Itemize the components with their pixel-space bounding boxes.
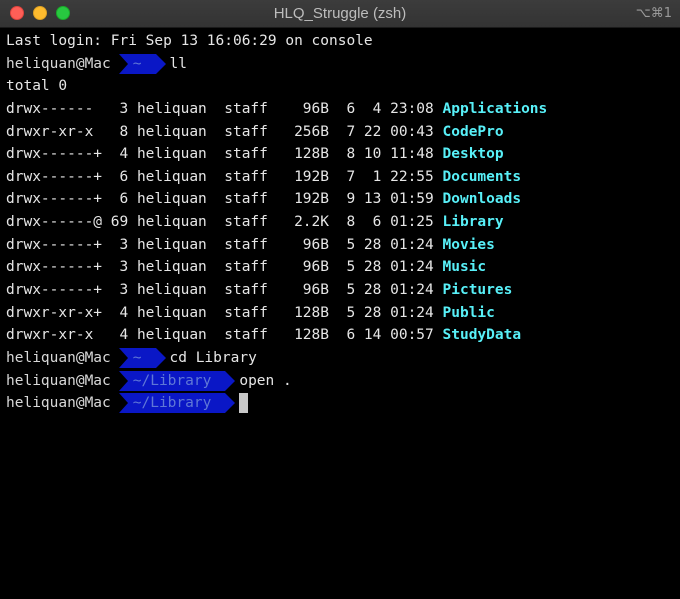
listing-meta: drwx------+ 3 heliquan staff 96B 5 28 01… [6,259,443,276]
window-title: HLQ_Struggle (zsh) [273,5,407,22]
listing-meta: drwx------+ 6 heliquan staff 192B 7 1 22… [6,168,443,185]
tab-shortcut: ⌥⌘1 [635,6,672,21]
total-line: total 0 [6,78,68,95]
directory-name: Documents [442,168,522,185]
listing-meta: drwx------+ 3 heliquan staff 96B 5 28 01… [6,236,443,253]
prompt-path: ~/Library [118,370,235,391]
directory-name: Pictures [442,282,513,299]
prompt-line: heliquan@Mac ~ cd Library [6,346,676,370]
listing-row: drwx------@ 69 heliquan staff 2.2K 8 6 0… [6,211,676,234]
directory-name: CodePro [442,123,504,140]
prompt-path: ~ [118,347,166,368]
listing-meta: drwx------+ 3 heliquan staff 96B 5 28 01… [6,282,443,299]
listing-row: drwx------+ 3 heliquan staff 96B 5 28 01… [6,256,676,279]
directory-name: Desktop [442,146,504,163]
directory-listing: drwx------ 3 heliquan staff 96B 6 4 23:0… [6,98,676,347]
listing-row: drwx------ 3 heliquan staff 96B 6 4 23:0… [6,98,676,121]
directory-name: Library [442,214,504,231]
terminal-output[interactable]: Last login: Fri Sep 13 16:06:29 on conso… [6,30,676,596]
prompt-path: ~ [118,53,166,74]
listing-meta: drwxr-xr-x 4 heliquan staff 128B 6 14 00… [6,327,443,344]
listing-row: drwx------+ 3 heliquan staff 96B 5 28 01… [6,279,676,302]
terminal-window: HLQ_Struggle (zsh) ⌥⌘1 Last login: Fri S… [0,0,680,599]
prompt-user: heliquan@Mac [6,346,119,370]
directory-name: Music [442,259,487,276]
prompt-user: heliquan@Mac [6,392,119,415]
listing-row: drwx------+ 6 heliquan staff 192B 9 13 0… [6,188,676,211]
text-cursor [239,393,249,414]
listing-row: drwxr-xr-x 8 heliquan staff 256B 7 22 00… [6,121,676,144]
title-bar[interactable]: HLQ_Struggle (zsh) ⌥⌘1 [0,0,680,28]
directory-name: Applications [442,100,548,117]
listing-row: drwx------+ 6 heliquan staff 192B 7 1 22… [6,166,676,189]
directory-name: Downloads [442,191,522,208]
directory-name: Movies [442,236,495,253]
listing-meta: drwx------+ 4 heliquan staff 128B 8 10 1… [6,146,443,163]
listing-meta: drwxr-xr-x+ 4 heliquan staff 128B 5 28 0… [6,304,443,321]
listing-row: drwxr-xr-x 4 heliquan staff 128B 6 14 00… [6,324,676,347]
listing-meta: drwx------+ 6 heliquan staff 192B 9 13 0… [6,191,443,208]
command-text: ll [169,55,187,72]
listing-meta: drwx------@ 69 heliquan staff 2.2K 8 6 0… [6,214,443,231]
listing-meta: drwx------ 3 heliquan staff 96B 6 4 23:0… [6,100,443,117]
listing-row: drwx------+ 4 heliquan staff 128B 8 10 1… [6,143,676,166]
prompt-line-active[interactable]: heliquan@Mac ~/Library [6,392,676,415]
prompt-user: heliquan@Mac [6,52,119,76]
directory-name: Public [442,304,495,321]
prompt-line: heliquan@Mac ~/Library open . [6,369,676,393]
listing-meta: drwxr-xr-x 8 heliquan staff 256B 7 22 00… [6,123,443,140]
listing-row: drwx------+ 3 heliquan staff 96B 5 28 01… [6,234,676,257]
listing-row: drwxr-xr-x+ 4 heliquan staff 128B 5 28 0… [6,302,676,325]
command-text: open . [239,372,292,389]
last-login-line: Last login: Fri Sep 13 16:06:29 on conso… [6,33,373,49]
command-text: cd Library [169,349,257,366]
directory-name: StudyData [442,327,522,344]
prompt-user: heliquan@Mac [6,369,119,393]
prompt-path: ~/Library [118,393,235,414]
prompt-line: heliquan@Mac ~ ll [6,52,676,76]
